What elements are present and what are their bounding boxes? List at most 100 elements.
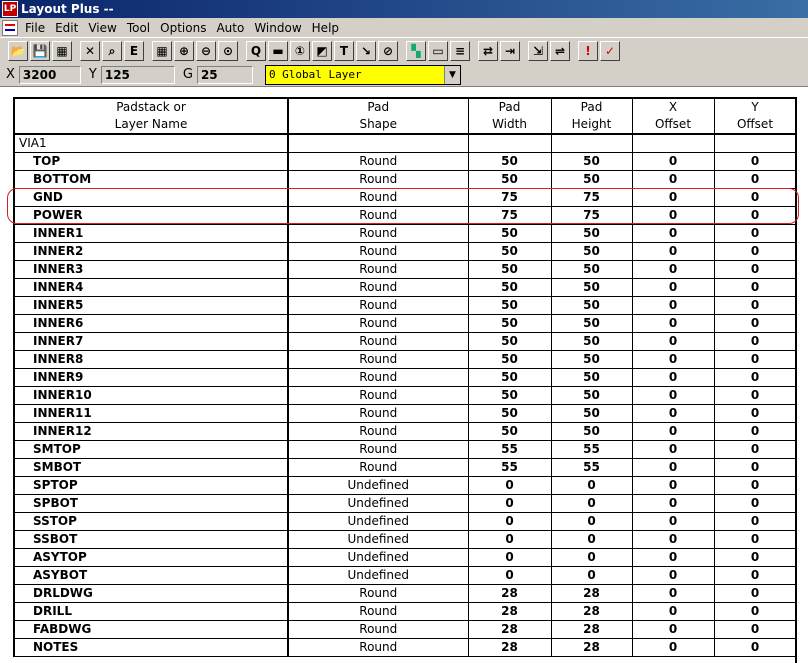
document-icon[interactable] [2,19,18,36]
y-offset-cell[interactable]: 0 [713,350,797,369]
table-row[interactable]: INNER3 Round 50 50 0 0 [13,260,797,279]
y-offset-cell[interactable]: 0 [713,440,797,459]
pad-width-cell[interactable]: 28 [467,638,552,657]
table-row[interactable]: SMBOT Round 55 55 0 0 [13,458,797,477]
pad-height-cell[interactable]: 55 [550,458,633,477]
x-offset-cell[interactable]: 0 [631,566,715,585]
find-icon[interactable]: ⌕ [102,40,122,61]
x-offset-cell[interactable]: 0 [631,332,715,351]
pad-shape-cell[interactable]: Round [287,458,469,477]
x-offset-cell[interactable]: 0 [631,368,715,387]
pad-height-header[interactable]: Pad Height [550,97,633,135]
x-offset-cell[interactable]: 0 [631,224,715,243]
pad-height-cell[interactable]: 0 [550,548,633,567]
x-offset-cell[interactable]: 0 [631,512,715,531]
x-offset-cell[interactable]: 0 [631,296,715,315]
layer-name-cell[interactable]: GND [13,188,289,207]
pad-width-cell[interactable]: 50 [467,422,552,441]
y-offset-cell[interactable]: 0 [713,404,797,423]
pad-shape-cell[interactable]: Undefined [287,512,469,531]
y-offset-cell[interactable]: 0 [713,422,797,441]
pad-width-cell[interactable]: 0 [467,512,552,531]
pad-width-cell[interactable]: 50 [467,332,552,351]
layer-name-cell[interactable]: SPBOT [13,494,289,513]
layer-name-cell[interactable]: NOTES [13,638,289,657]
pad-width-cell[interactable]: 28 [467,620,552,639]
pad-height-cell[interactable]: 50 [550,404,633,423]
pad-height-cell[interactable]: 55 [550,440,633,459]
table-row[interactable]: SSBOT Undefined 0 0 0 0 [13,530,797,549]
y-offset-cell[interactable]: 0 [713,512,797,531]
drc-box-icon[interactable]: ▭ [428,40,448,61]
pad-height-cell[interactable]: 28 [550,620,633,639]
table-row[interactable]: INNER2 Round 50 50 0 0 [13,242,797,261]
pad-width-cell[interactable]: 55 [467,440,552,459]
y-offset-cell[interactable]: 0 [713,278,797,297]
table-row[interactable]: SMTOP Round 55 55 0 0 [13,440,797,459]
y-offset-cell[interactable]: 0 [713,386,797,405]
menu-window[interactable]: Window [251,21,308,35]
delete-icon[interactable]: ✕ [80,40,100,61]
x-offset-cell[interactable]: 0 [631,314,715,333]
layer-name-cell[interactable]: FABDWG [13,620,289,639]
layer-select[interactable]: 0 Global Layer ▼ [264,64,461,85]
pad-width-cell[interactable]: 28 [467,584,552,603]
pad-width-cell[interactable]: 0 [467,494,552,513]
pin-icon[interactable]: ① [290,40,310,61]
layer-name-cell[interactable]: VIA1 [13,133,289,153]
layer-name-cell[interactable]: SSBOT [13,530,289,549]
pad-shape-cell[interactable]: Round [287,278,469,297]
y-offset-cell[interactable]: 0 [713,494,797,513]
open-folder-icon[interactable]: 📂 [8,40,28,61]
layer-name-cell[interactable]: INNER3 [13,260,289,279]
x-offset-cell[interactable]: 0 [631,440,715,459]
layer-name-cell[interactable]: DRILL [13,602,289,621]
pad-width-cell[interactable]: 50 [467,350,552,369]
pad-width-cell[interactable]: 50 [467,296,552,315]
y-offset-cell[interactable]: 0 [713,530,797,549]
y-offset-cell[interactable]: 0 [713,602,797,621]
pad-shape-cell[interactable]: Round [287,314,469,333]
layer-name-cell[interactable]: INNER10 [13,386,289,405]
pad-height-cell[interactable]: 0 [550,476,633,495]
pad-height-cell[interactable]: 50 [550,332,633,351]
text-icon[interactable]: T [334,40,354,61]
layer-name-cell[interactable]: DRLDWG [13,584,289,603]
y-offset-cell[interactable]: 0 [713,332,797,351]
y-offset-cell[interactable]: 0 [713,242,797,261]
table-row[interactable]: INNER9 Round 50 50 0 0 [13,368,797,387]
reconnect-icon[interactable]: ⇄ [478,40,498,61]
table-row[interactable]: NOTES Round 28 28 0 0 [13,638,797,657]
table-row[interactable]: VIA1 [13,133,797,153]
layer-name-cell[interactable]: ASYBOT [13,566,289,585]
pad-width-cell[interactable]: 0 [467,548,552,567]
error-icon[interactable]: ⊘ [378,40,398,61]
y-offset-cell[interactable]: 0 [713,584,797,603]
pad-height-cell[interactable]: 75 [550,188,633,207]
component-icon[interactable]: ▬ [268,40,288,61]
pad-width-cell[interactable]: 75 [467,188,552,207]
pad-height-cell[interactable]: 50 [550,386,633,405]
pad-width-cell[interactable]: 50 [467,224,552,243]
table-row[interactable]: INNER1 Round 50 50 0 0 [13,224,797,243]
pad-shape-cell[interactable]: Round [287,584,469,603]
pad-width-cell[interactable]: 50 [467,368,552,387]
pad-width-cell[interactable]: 50 [467,314,552,333]
refresh-icon[interactable]: ≡ [450,40,470,61]
pad-width-cell[interactable]: 50 [467,152,552,171]
y-offset-header[interactable]: Y Offset [713,97,797,135]
y-offset-cell[interactable]: 0 [713,224,797,243]
table-row[interactable]: BOTTOM Round 50 50 0 0 [13,170,797,189]
pad-shape-cell[interactable]: Round [287,386,469,405]
table-row[interactable]: INNER8 Round 50 50 0 0 [13,350,797,369]
x-offset-cell[interactable]: 0 [631,350,715,369]
query-icon[interactable]: Q [246,40,266,61]
y-offset-cell[interactable]: 0 [713,314,797,333]
pad-shape-cell[interactable]: Undefined [287,476,469,495]
zoom-all-icon[interactable]: ⊙ [218,40,238,61]
y-offset-cell[interactable]: 0 [713,368,797,387]
pad-shape-cell[interactable]: Round [287,152,469,171]
pad-width-cell[interactable]: 50 [467,170,552,189]
layer-name-cell[interactable]: INNER9 [13,368,289,387]
pad-width-cell[interactable]: 50 [467,386,552,405]
